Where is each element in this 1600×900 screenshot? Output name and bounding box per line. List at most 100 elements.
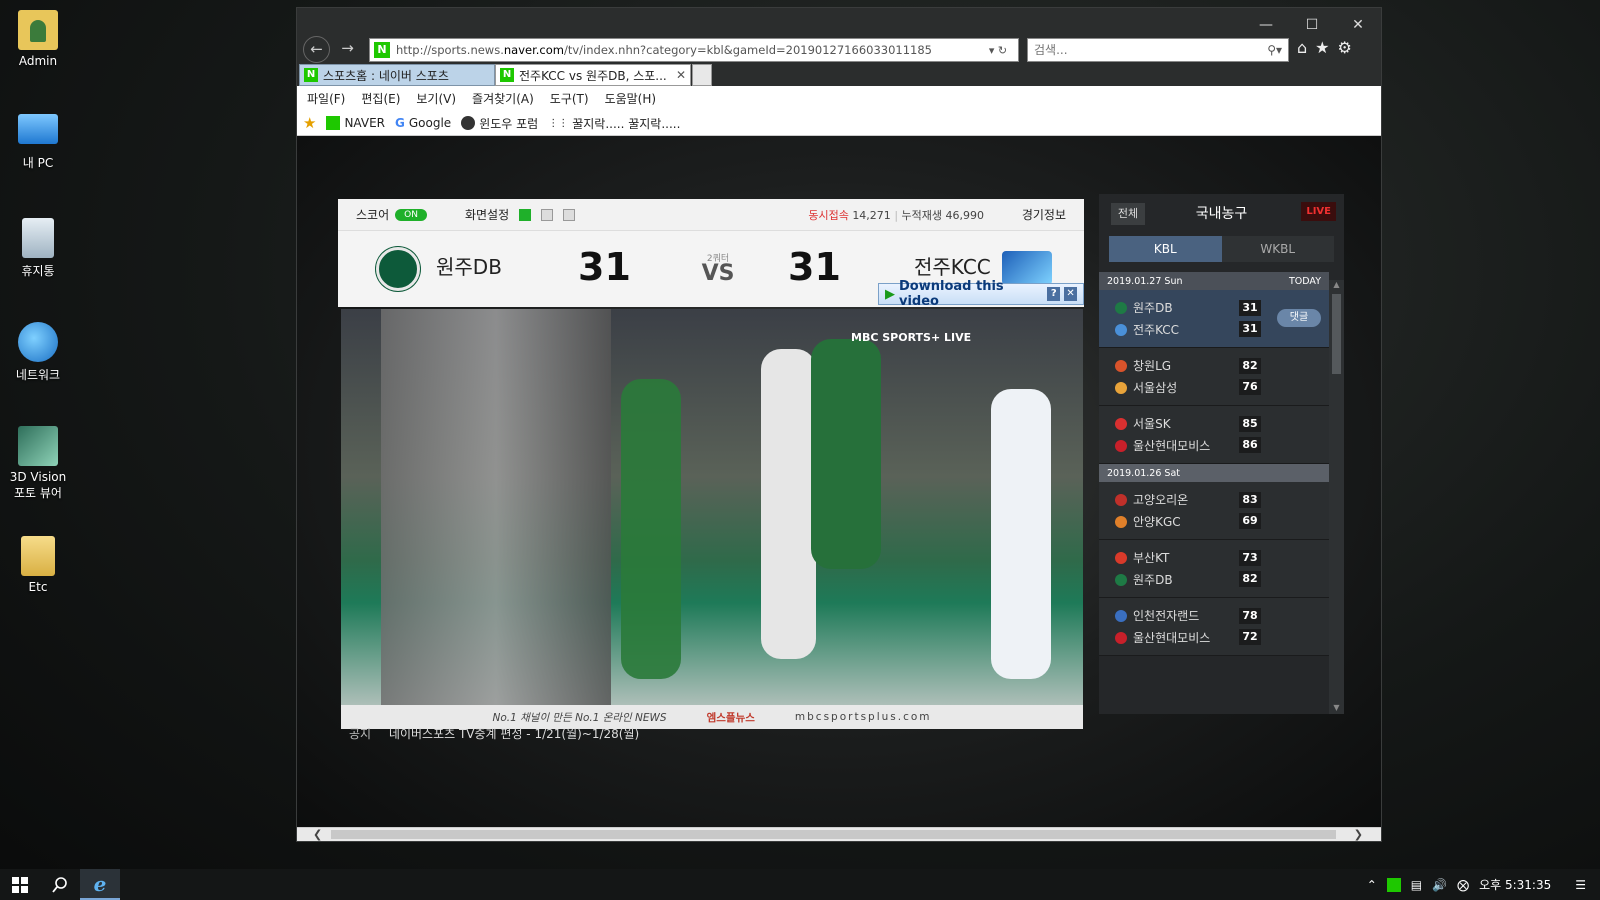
chevron-up-icon[interactable]: ⌃: [1367, 878, 1377, 892]
team-score: 82: [1239, 358, 1261, 374]
fav-google[interactable]: G Google: [395, 116, 451, 130]
notice-text[interactable]: 네이버스포츠 TV중계 편성 - 1/21(월)~1/28(월): [389, 727, 639, 741]
favorites-bar: ★ NAVER G Google 윈도우 포럼 ⋮⋮ 꿀지락..... 꿀지락...…: [297, 111, 1381, 136]
search-icon[interactable]: [40, 869, 80, 900]
game-list: 2019.01.27 Sun TODAY 원주DB 31 전주KCC 31 댓글 …: [1099, 272, 1329, 656]
maximize-icon[interactable]: ☐: [1289, 14, 1335, 36]
desktop-icon-admin[interactable]: Admin: [8, 10, 68, 68]
game-row[interactable]: 인천전자랜드 78 울산현대모비스 72: [1099, 598, 1329, 656]
clock[interactable]: 오후 5:31:35: [1479, 876, 1551, 893]
desktop-icon-label: Admin: [18, 54, 58, 68]
tab-strip: N 스포츠홈 : 네이버 스포츠 N 전주KCC vs 원주DB, 스포... …: [297, 64, 1381, 86]
game-info-button[interactable]: 경기정보: [1022, 206, 1066, 223]
scroll-thumb[interactable]: [331, 830, 1336, 839]
tab-wkbl[interactable]: WKBL: [1221, 236, 1334, 262]
comment-button[interactable]: 댓글: [1277, 309, 1321, 327]
desktop-icon-3d-vision[interactable]: 3D Vision 포토 뷰어: [8, 426, 68, 501]
search-input[interactable]: [1034, 43, 1262, 57]
search-icon[interactable]: ⚲▾: [1261, 43, 1288, 57]
network-icon[interactable]: ▤: [1411, 878, 1422, 892]
play-icon: ▶: [885, 286, 895, 302]
tab-game[interactable]: N 전주KCC vs 원주DB, 스포... ✕: [495, 64, 691, 86]
scroll-up-icon[interactable]: ▲: [1329, 280, 1344, 289]
team-row: 창원LG: [1115, 357, 1171, 374]
team-row: 고양오리온: [1115, 491, 1188, 508]
game-list-panel: 전체 국내농구 LIVE KBL WKBL 2019.01.27 Sun TODA…: [1099, 194, 1344, 714]
fav-windows-forum[interactable]: 윈도우 포럼: [461, 115, 538, 132]
star-favorites-icon[interactable]: ★: [1315, 38, 1329, 57]
address-bar[interactable]: N http://sports.news.naver.com/tv/index.…: [369, 38, 1019, 62]
video-player: 스코어 ON 화면설정 동시접속 14,271 | 누적재생 46,990 경기…: [338, 199, 1084, 730]
score-toggle-switch[interactable]: ON: [395, 208, 427, 221]
download-label: Download this video: [899, 279, 1004, 309]
volume-icon[interactable]: 🔊: [1432, 878, 1447, 892]
new-tab-button[interactable]: [692, 64, 712, 86]
start-windows-icon[interactable]: [0, 869, 40, 900]
team-row: 울산현대모비스: [1115, 437, 1210, 454]
add-favorite-icon[interactable]: ★: [303, 114, 316, 132]
layout-single-icon[interactable]: [519, 208, 532, 221]
menu-favorites[interactable]: 즐겨찾기(A): [472, 90, 534, 107]
dropdown-refresh-icon[interactable]: ▾ ↻: [978, 44, 1018, 57]
help-icon[interactable]: ?: [1047, 287, 1061, 301]
search-box[interactable]: ⚲▾: [1027, 38, 1289, 62]
user-folder-icon: [18, 10, 58, 50]
menu-file[interactable]: 파일(F): [307, 90, 345, 107]
menu-tools[interactable]: 도구(T): [550, 90, 589, 107]
desktop-icon-my-pc[interactable]: 내 PC: [8, 114, 68, 171]
desktop-icon-etc[interactable]: Etc: [8, 536, 68, 594]
tab-sports-home[interactable]: N 스포츠홈 : 네이버 스포츠: [299, 64, 495, 86]
menu-edit[interactable]: 편집(E): [361, 90, 400, 107]
game-row[interactable]: 원주DB 31 전주KCC 31 댓글: [1099, 290, 1329, 348]
game-row[interactable]: 서울SK 85 울산현대모비스 86: [1099, 406, 1329, 464]
system-tray: ⌃ ▤ 🔊 ⨂ 오후 5:31:35 ☰: [1367, 876, 1600, 893]
team-row: 부산KT: [1115, 549, 1169, 566]
mute-x-icon[interactable]: ⨂: [1457, 878, 1469, 892]
notification-icon[interactable]: ☰: [1575, 878, 1586, 892]
scroll-down-icon[interactable]: ▼: [1329, 703, 1344, 712]
address-url[interactable]: http://sports.news.naver.com/tv/index.nh…: [396, 43, 978, 57]
scroll-left-icon[interactable]: ❮: [313, 828, 322, 841]
game-row[interactable]: 창원LG 82 서울삼성 76: [1099, 348, 1329, 406]
layout-grid-icon[interactable]: [563, 208, 576, 221]
home-icon[interactable]: ⌂: [1297, 38, 1307, 57]
score-toggle-label: 스코어: [356, 208, 390, 222]
desktop-icon-recycle-bin[interactable]: 휴지통: [8, 218, 68, 279]
close-icon[interactable]: ✕: [1064, 287, 1077, 301]
player-toolbar: 스코어 ON 화면설정 동시접속 14,271 | 누적재생 46,990 경기…: [338, 199, 1084, 231]
day-header: 2019.01.26 Sat: [1099, 464, 1329, 482]
team-name: 원주DB: [1133, 301, 1173, 315]
menu-view[interactable]: 보기(V): [416, 90, 456, 107]
panel-scrollbar[interactable]: ▲ ▼: [1329, 280, 1344, 714]
desktop-icon-network[interactable]: 네트워크: [8, 322, 68, 383]
fav-kkuljirak[interactable]: ⋮⋮ 꿀지락..... 꿀지락.....: [548, 115, 680, 132]
close-icon[interactable]: ✕: [1335, 14, 1381, 36]
desktop-icon-label: Etc: [28, 580, 48, 594]
close-tab-icon[interactable]: ✕: [670, 68, 686, 82]
fav-naver[interactable]: NAVER: [326, 116, 385, 130]
gear-icon[interactable]: ⚙: [1338, 38, 1352, 57]
game-row[interactable]: 부산KT 73 원주DB 82: [1099, 540, 1329, 598]
scroll-right-icon[interactable]: ❯: [1354, 828, 1363, 841]
back-button-icon[interactable]: ←: [303, 36, 330, 63]
team-name: 창원LG: [1133, 359, 1172, 373]
internet-explorer-icon[interactable]: e: [80, 869, 120, 900]
menu-help[interactable]: 도움말(H): [605, 90, 657, 107]
forward-button-icon[interactable]: →: [334, 36, 361, 63]
naver-tray-icon[interactable]: [1386, 877, 1401, 892]
video-frame[interactable]: MBC SPORTS+ LIVE No.1 채널이 만든 No.1 온라인 NE…: [341, 309, 1083, 729]
game-row[interactable]: 고양오리온 83 안양KGC 69: [1099, 482, 1329, 540]
tab-kbl[interactable]: KBL: [1109, 236, 1222, 262]
naver-icon: [326, 116, 341, 130]
minimize-icon[interactable]: —: [1243, 14, 1289, 36]
concurrent-value: 14,271: [852, 208, 891, 222]
layout-pip-icon[interactable]: [541, 208, 554, 221]
team-logo-icon: [1115, 573, 1127, 586]
all-sports-button[interactable]: 전체: [1111, 203, 1145, 225]
team-score: 72: [1239, 629, 1261, 645]
scroll-thumb[interactable]: [1332, 294, 1341, 374]
team-name: 서울삼성: [1133, 381, 1178, 395]
download-video-button[interactable]: ▶ Download this video ? ✕: [878, 279, 1084, 309]
player-figure: [761, 349, 816, 659]
horizontal-scrollbar[interactable]: ❮ ❯: [297, 827, 1381, 841]
